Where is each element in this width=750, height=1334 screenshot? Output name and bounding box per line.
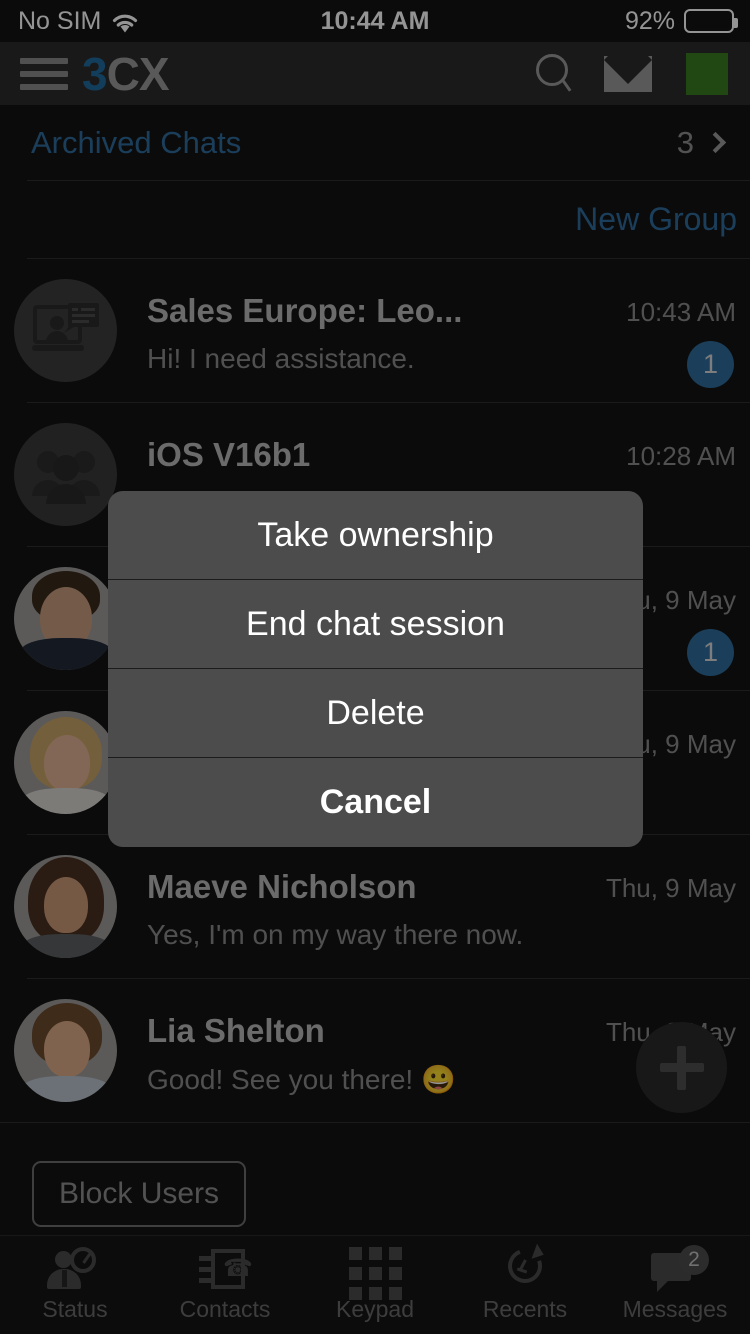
phone-screen: No SIM 10:44 AM 92% 3 CX Archived Chats … [0, 0, 750, 1334]
action-delete[interactable]: Delete [108, 669, 643, 758]
action-cancel[interactable]: Cancel [108, 758, 643, 847]
action-take-ownership[interactable]: Take ownership [108, 491, 643, 580]
action-end-chat-session[interactable]: End chat session [108, 580, 643, 669]
action-sheet-dialog: Take ownership End chat session Delete C… [108, 491, 643, 847]
